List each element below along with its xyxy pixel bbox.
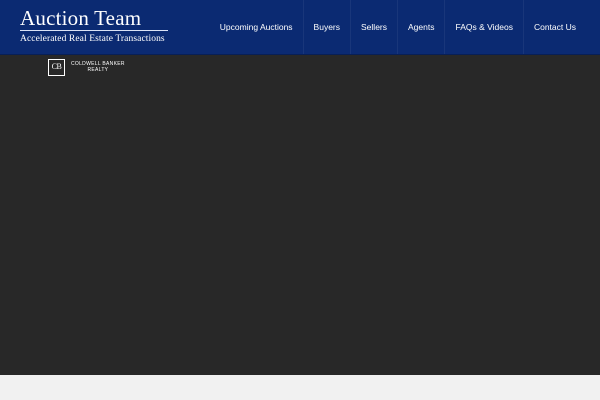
nav-item-faqs-videos[interactable]: FAQs & Videos — [444, 0, 522, 54]
nav-item-buyers[interactable]: Buyers — [302, 0, 350, 54]
page: Auction Team Accelerated Real Estate Tra… — [0, 0, 600, 400]
nav-item-contact-us[interactable]: Contact Us — [522, 0, 600, 54]
main-navigation: Upcoming Auctions Buyers Sellers Agents … — [210, 0, 600, 54]
coldwell-banker-wordmark: COLDWELL BANKER REALTY — [71, 61, 125, 74]
coldwell-banker-mark-icon: CB — [48, 58, 65, 76]
hero-area: CB COLDWELL BANKER REALTY — [0, 55, 600, 375]
site-tagline: Accelerated Real Estate Transactions — [20, 34, 165, 44]
footer-strip — [0, 375, 600, 400]
nav-item-agents[interactable]: Agents — [397, 0, 444, 54]
site-header: Auction Team Accelerated Real Estate Tra… — [0, 0, 600, 55]
site-title: Auction Team — [20, 6, 142, 30]
coldwell-banker-logo[interactable]: CB COLDWELL BANKER REALTY — [48, 57, 125, 77]
site-logo-link[interactable]: Auction Team Accelerated Real Estate Tra… — [20, 6, 175, 45]
logo-divider — [20, 30, 168, 31]
coldwell-banker-line2: REALTY — [87, 67, 109, 73]
nav-item-upcoming-auctions[interactable]: Upcoming Auctions — [210, 0, 303, 54]
nav-item-sellers[interactable]: Sellers — [350, 0, 397, 54]
